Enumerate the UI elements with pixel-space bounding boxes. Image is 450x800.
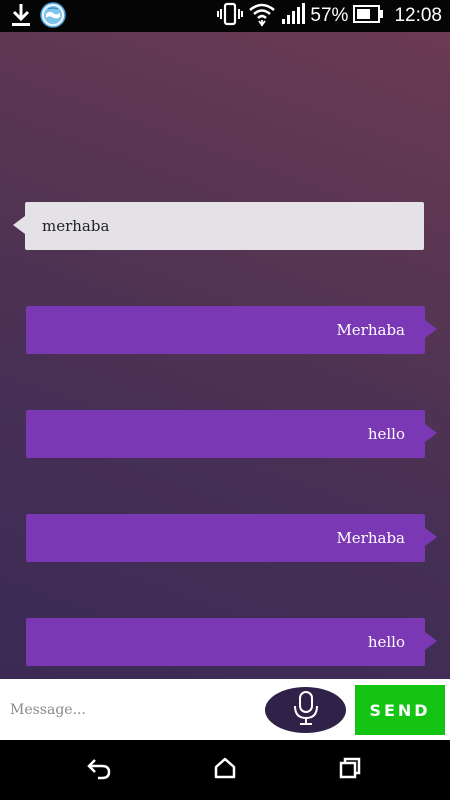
chat-message-list[interactable]: merhaba Merhaba hello Merhaba hello: [0, 32, 450, 679]
app-globe-icon: [40, 2, 66, 32]
battery-percentage: 57%: [310, 5, 349, 26]
vibrate-icon: [217, 2, 244, 30]
message-text: Merhaba: [336, 529, 405, 547]
system-navigation-bar: [0, 740, 450, 800]
home-button[interactable]: [211, 756, 239, 784]
message-text: merhaba: [42, 217, 110, 235]
status-system: 57% 12:08: [217, 0, 442, 32]
download-icon: [8, 2, 34, 32]
back-button[interactable]: [86, 756, 114, 784]
back-icon: [86, 756, 114, 784]
wifi-icon: [248, 1, 276, 31]
battery-icon: [353, 5, 384, 27]
microphone-icon: [291, 690, 321, 730]
signal-icon: [281, 3, 306, 29]
status-bar: 57% 12:08: [0, 0, 450, 32]
message-text: hello: [367, 425, 405, 443]
home-icon: [213, 756, 237, 784]
voice-input-button[interactable]: [265, 687, 346, 733]
message-text: hello: [367, 633, 405, 651]
phone-screen: 57% 12:08 merhaba Merhaba hello Merhaba: [0, 0, 450, 800]
message-composer: SEND: [0, 679, 450, 740]
message-bubble-outgoing: Merhaba: [26, 306, 437, 354]
message-bubble-incoming: merhaba: [13, 202, 424, 250]
message-input[interactable]: [0, 679, 262, 740]
recents-button[interactable]: [336, 756, 364, 784]
status-clock: 12:08: [394, 5, 442, 26]
message-text: Merhaba: [336, 321, 405, 339]
send-button[interactable]: SEND: [355, 685, 445, 735]
message-bubble-outgoing: hello: [26, 410, 437, 458]
message-bubble-outgoing: hello: [26, 618, 437, 666]
status-notifications: [8, 2, 66, 32]
recents-icon: [338, 756, 362, 784]
message-bubble-outgoing: Merhaba: [26, 514, 437, 562]
